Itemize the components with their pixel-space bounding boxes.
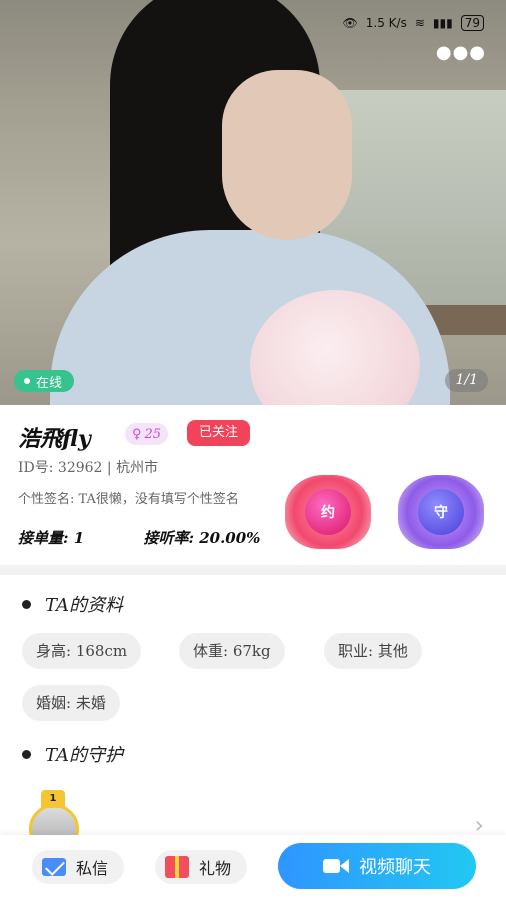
- online-dot-icon: [24, 378, 30, 384]
- profile-data-title: TA的资料: [22, 591, 123, 617]
- signal-icon: ▮▮▮: [432, 16, 453, 30]
- online-status-badge: 在线: [14, 370, 75, 392]
- photo-counter: 1/1: [445, 369, 488, 392]
- crown-icon: 1: [41, 790, 65, 808]
- chip-job: 职业: 其他: [324, 633, 422, 669]
- gift-label: 礼物: [199, 859, 232, 878]
- guard-medal-label: 守: [418, 489, 464, 535]
- info-section: TA的资料 身高: 168cm 体重: 67kg 职业: 其他 婚姻: 未婚 T…: [0, 575, 506, 854]
- network-speed: 1.5 K/s: [365, 16, 407, 30]
- date-medal-icon[interactable]: 约: [285, 475, 371, 549]
- video-chat-label: 视频聊天: [359, 857, 431, 878]
- message-button[interactable]: 私信: [32, 850, 124, 884]
- gender-age-badge: ♀ 25: [125, 423, 169, 445]
- profile-data-title-text: TA的资料: [45, 595, 124, 616]
- user-name: 浩飛fly: [18, 426, 91, 452]
- wifi-icon: ≋: [414, 16, 425, 30]
- date-medal-label: 约: [305, 489, 351, 535]
- bullet-icon: [22, 599, 31, 609]
- signature: 个性签名: TA很懒，没有填写个性签名: [18, 492, 239, 507]
- online-label: 在线: [36, 375, 63, 391]
- follow-button[interactable]: 已关注: [187, 420, 251, 446]
- guard-avatar[interactable]: 1: [26, 790, 82, 854]
- eye-icon: 👁: [342, 16, 358, 30]
- profile-photo[interactable]: [0, 0, 506, 405]
- video-camera-icon: [323, 857, 349, 875]
- profile-card: 浩飛fly ♀ 25 已关注 ID号: 32962 | 杭州市 个性签名: TA…: [0, 405, 506, 565]
- chip-marriage: 婚姻: 未婚: [22, 685, 120, 721]
- more-options-icon[interactable]: ●●●: [436, 42, 486, 63]
- guard-title-text: TA的守护: [45, 745, 124, 766]
- message-label: 私信: [76, 859, 109, 878]
- gift-button[interactable]: 礼物: [155, 850, 247, 884]
- guard-title: TA的守护: [22, 741, 123, 767]
- female-icon: ♀: [132, 426, 142, 442]
- mail-icon: [42, 858, 66, 876]
- status-bar: 21:56 👁 1.5 K/s ≋ ▮▮▮ 79: [0, 14, 506, 38]
- gift-icon: [165, 856, 189, 878]
- id-location: ID号: 32962 | 杭州市: [18, 460, 159, 476]
- age-value: 25: [144, 426, 162, 442]
- bottom-action-bar: 私信 礼物 视频聊天: [0, 835, 506, 900]
- status-time: 21:56: [142, 16, 186, 34]
- bullet-icon: [22, 749, 31, 759]
- guard-medal-icon[interactable]: 守: [398, 475, 484, 549]
- orders-count: 接单量: 1: [18, 529, 85, 547]
- chip-weight: 体重: 67kg: [179, 633, 285, 669]
- video-chat-button[interactable]: 视频聊天: [278, 843, 476, 889]
- chip-height: 身高: 168cm: [22, 633, 142, 669]
- stats-row: 接单量: 1 接听率: 20.00%: [18, 527, 260, 548]
- portrait-face: [222, 70, 352, 240]
- battery-indicator: 79: [460, 15, 484, 31]
- answer-rate: 接听率: 20.00%: [143, 529, 261, 547]
